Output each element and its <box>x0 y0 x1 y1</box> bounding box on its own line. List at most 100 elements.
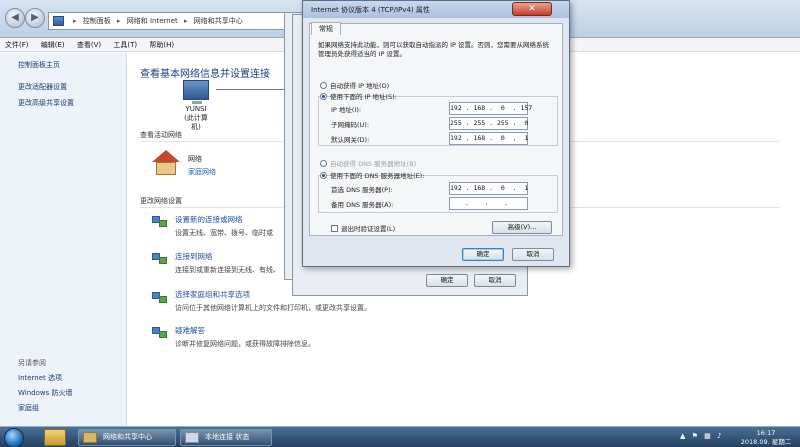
preferred-dns-label: 首选 DNS 服务器(P): <box>331 186 393 194</box>
ok-button[interactable]: 确定 <box>462 248 504 261</box>
menu-help[interactable]: 帮助(H) <box>144 38 179 52</box>
auto-ip-radio[interactable]: 自动获得 IP 地址(O) <box>320 80 389 90</box>
clock-time: 16:17 <box>756 429 776 437</box>
homegroup-sharing-link[interactable]: 选择家庭组和共享选项 <box>175 289 250 300</box>
menu-file[interactable]: 文件(F) <box>0 38 34 52</box>
taskbar: 网络和共享中心 本地连接 状态 ▲ ⚑ ▦ ♪ 16:17 2018.09. 星… <box>0 426 800 447</box>
auto-dns-label: 自动获得 DNS 服务器地址(B) <box>330 160 417 168</box>
change-advanced-sharing-link[interactable]: 更改高级共享设置 <box>18 98 74 108</box>
start-button[interactable] <box>4 428 24 447</box>
checkbox-icon <box>331 225 338 232</box>
change-adapter-settings-link[interactable]: 更改适配器设置 <box>18 82 67 92</box>
homegroup-sharing-icon <box>152 290 168 304</box>
default-gateway-input[interactable]: 192 . 168 . 0 . 1 <box>449 132 528 145</box>
menu-view[interactable]: 查看(V) <box>72 38 106 52</box>
computer-subtitle: (此计算机) <box>184 114 208 131</box>
general-tab-panel: 如果网络支持此功能，则可以获取自动指派的 IP 设置。否则，您需要从网络系统管理… <box>309 23 563 236</box>
cancel-button[interactable]: 取消 <box>512 248 554 261</box>
breadcrumb-network-internet[interactable]: 网络和 Internet <box>127 17 178 25</box>
computer-name: YUNSI <box>185 105 207 113</box>
breadcrumb-separator: ▸ <box>184 17 188 25</box>
taskbar-item-local-connection[interactable]: 本地连接 状态 <box>180 429 272 446</box>
alternate-dns-input[interactable]: . . . <box>449 197 528 210</box>
dialog-title: Internet 协议版本 4 (TCP/IPv4) 属性 <box>311 6 430 14</box>
ip-address-label: IP 地址(I): <box>331 106 362 114</box>
default-gateway-label: 默认网关(D): <box>331 136 370 144</box>
tab-general[interactable]: 常规 <box>311 22 341 35</box>
connect-network-icon <box>152 251 168 265</box>
volume-icon[interactable]: ♪ <box>717 432 721 440</box>
forward-arrow-icon: ▶ <box>31 12 39 23</box>
homegroup-link[interactable]: 家庭组 <box>18 403 39 413</box>
taskbar-item-label: 本地连接 状态 <box>205 433 250 441</box>
see-also-heading: 另请参阅 <box>18 359 46 367</box>
radio-on-icon <box>320 93 327 100</box>
clock[interactable]: 16:17 2018.09. 星期二 <box>736 429 796 447</box>
validate-on-exit-checkbox[interactable]: 退出时验证设置(L) <box>331 223 395 233</box>
ipv4-properties-dialog: Internet 协议版本 4 (TCP/IPv4) 属性 ✕ 如果网络支持此功… <box>302 0 570 267</box>
subnet-mask-input[interactable]: 255 . 255 . 255 . 0 <box>449 117 528 130</box>
preferred-dns-input[interactable]: 192 . 168 . 0 . 1 <box>449 182 528 195</box>
manual-dns-radio[interactable]: 使用下面的 DNS 服务器地址(E): <box>320 170 425 180</box>
menu-edit[interactable]: 编辑(E) <box>36 38 70 52</box>
clock-date: 2018.09. 星期二 <box>740 438 792 446</box>
setup-connection-link[interactable]: 设置新的连接或网络 <box>175 214 243 225</box>
flag-icon[interactable]: ⚑ <box>692 432 698 440</box>
close-button[interactable]: ✕ <box>512 2 552 16</box>
page-title: 查看基本网络信息并设置连接 <box>140 69 270 80</box>
troubleshoot-desc: 诊断并修复网络问题，或获得故障排除信息。 <box>175 340 315 348</box>
manual-dns-label: 使用下面的 DNS 服务器地址(E): <box>330 172 425 180</box>
radio-on-icon <box>320 172 327 179</box>
show-hidden-icons-icon[interactable]: ▲ <box>680 432 685 440</box>
explorer-folder-icon[interactable] <box>44 429 66 446</box>
connect-network-link[interactable]: 连接到网络 <box>175 251 213 262</box>
dialog-description: 如果网络支持此功能，则可以获取自动指派的 IP 设置。否则，您需要从网络系统管理… <box>318 41 549 58</box>
setup-connection-icon <box>152 214 168 228</box>
breadcrumb-separator: ▸ <box>116 17 121 25</box>
taskbar-item-network-center[interactable]: 网络和共享中心 <box>78 429 176 446</box>
active-networks-heading: 查看活动网络 <box>140 131 182 139</box>
auto-dns-radio[interactable]: 自动获得 DNS 服务器地址(B) <box>320 158 416 168</box>
control-panel-home-link[interactable]: 控制面板主页 <box>18 60 60 70</box>
bg-ok-button[interactable]: 确定 <box>426 274 468 287</box>
back-arrow-icon: ◀ <box>11 12 19 23</box>
radio-off-icon <box>320 160 327 167</box>
homegroup-sharing-desc: 访问位于其他网络计算机上的文件和打印机，或更改共享设置。 <box>175 304 371 312</box>
control-panel-icon <box>53 16 64 26</box>
internet-options-link[interactable]: Internet 选项 <box>18 373 62 383</box>
windows-firewall-link[interactable]: Windows 防火墙 <box>18 388 72 398</box>
network-tray-icon[interactable]: ▦ <box>704 432 711 440</box>
troubleshoot-icon <box>152 325 168 339</box>
troubleshoot-link[interactable]: 疑难解答 <box>175 325 205 336</box>
breadcrumb-separator: ▸ <box>73 17 77 25</box>
change-settings-heading: 更改网络设置 <box>140 197 182 205</box>
connect-network-desc: 连接到或重新连接到无线、有线、 <box>175 266 280 274</box>
manual-ip-radio[interactable]: 使用下面的 IP 地址(S): <box>320 91 397 101</box>
breadcrumb-network-sharing-center[interactable]: 网络和共享中心 <box>194 17 243 25</box>
taskbar-item-label: 网络和共享中心 <box>103 433 152 441</box>
forward-button[interactable]: ▶ <box>25 8 45 28</box>
computer-label: YUNSI (此计算机) <box>181 105 211 132</box>
breadcrumb-control-panel[interactable]: 控制面板 <box>83 17 111 25</box>
setup-connection-desc: 设置无线、宽带、拨号、临时或 <box>175 229 273 237</box>
local-connection-task-icon <box>185 432 199 443</box>
close-icon: ✕ <box>528 4 536 14</box>
manual-ip-label: 使用下面的 IP 地址(S): <box>330 93 397 101</box>
advanced-button[interactable]: 高级(V)... <box>492 221 552 234</box>
validate-on-exit-label: 退出时验证设置(L) <box>341 225 396 233</box>
home-network-icon <box>152 150 180 176</box>
system-tray: ▲ ⚑ ▦ ♪ <box>680 432 721 440</box>
network-map-line <box>216 89 286 90</box>
network-name: 网络 <box>188 155 202 163</box>
back-button[interactable]: ◀ <box>5 8 25 28</box>
ip-address-input[interactable]: 192 . 168 . 0 . 157 <box>449 102 532 115</box>
network-center-task-icon <box>83 432 97 443</box>
left-pane: 控制面板主页 更改适配器设置 更改高级共享设置 另请参阅 Internet 选项… <box>0 53 127 426</box>
alternate-dns-label: 备用 DNS 服务器(A): <box>331 201 394 209</box>
bg-cancel-button[interactable]: 取消 <box>474 274 516 287</box>
network-type-link[interactable]: 家庭网络 <box>188 167 216 177</box>
computer-icon <box>183 80 209 104</box>
address-box[interactable]: ▸ 控制面板 ▸ 网络和 Internet ▸ 网络和共享中心 <box>48 12 301 30</box>
auto-ip-label: 自动获得 IP 地址(O) <box>330 82 390 90</box>
menu-tools[interactable]: 工具(T) <box>108 38 142 52</box>
